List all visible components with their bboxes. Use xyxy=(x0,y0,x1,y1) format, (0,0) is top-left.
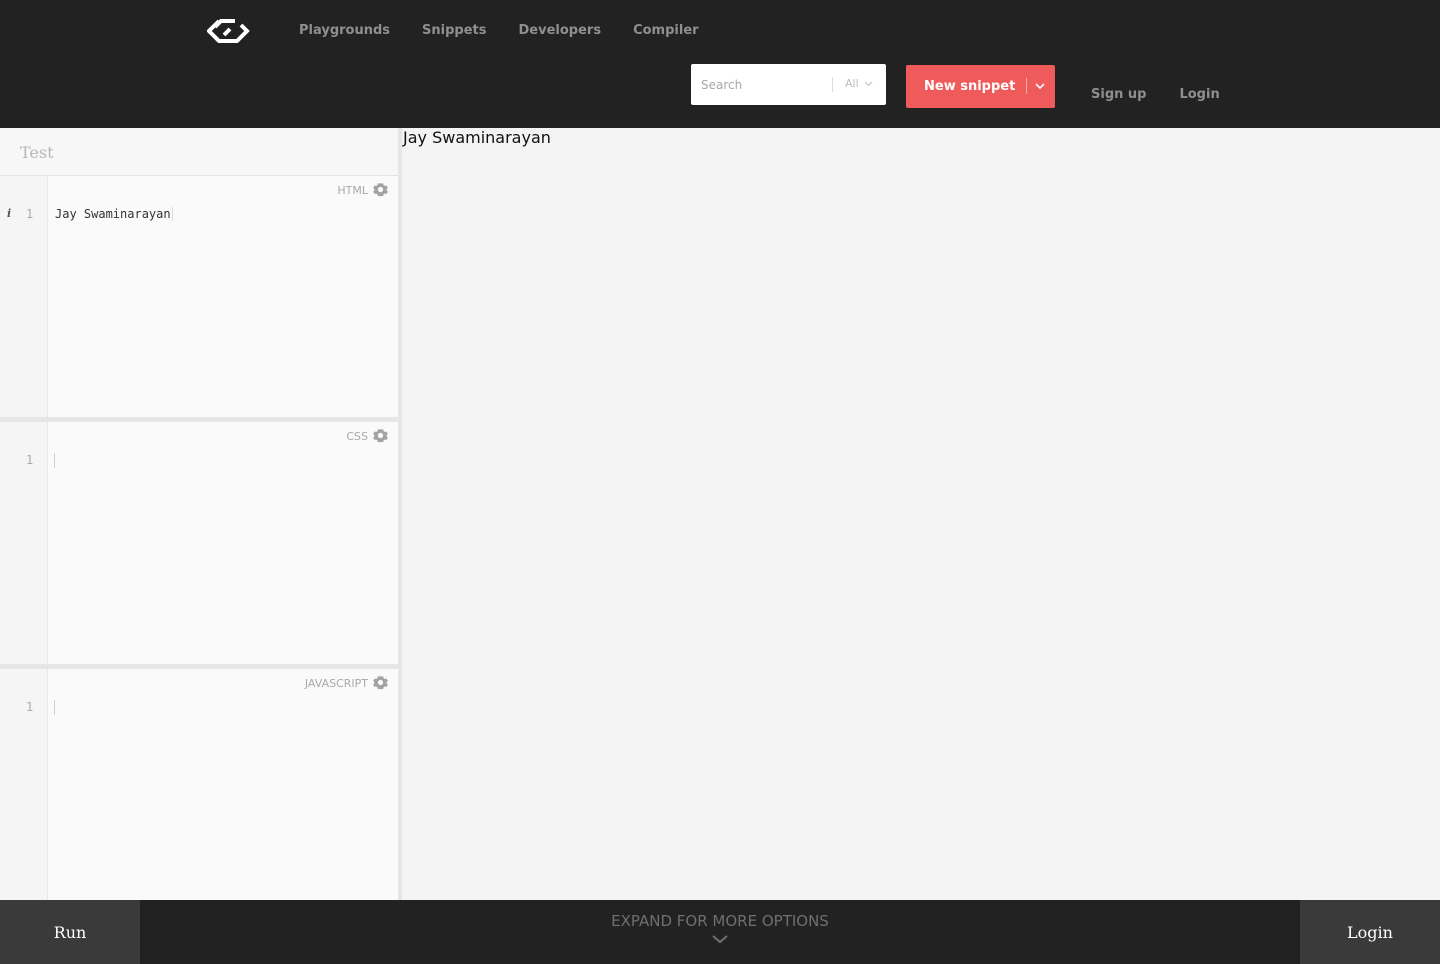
top-navigation-bar: Playgrounds Snippets Developers Compiler… xyxy=(0,0,1440,128)
line-number: 1 xyxy=(26,700,34,714)
gear-icon[interactable] xyxy=(373,182,388,197)
search-input[interactable] xyxy=(691,64,831,105)
login-button[interactable]: Login xyxy=(1300,900,1440,964)
css-editor[interactable]: 1 CSS xyxy=(0,422,398,664)
gear-icon[interactable] xyxy=(373,675,388,690)
search-divider xyxy=(832,77,833,92)
snippet-title-input[interactable] xyxy=(20,140,380,164)
nav-developers[interactable]: Developers xyxy=(519,23,602,39)
chevron-down-icon[interactable] xyxy=(1034,81,1046,91)
text-cursor xyxy=(54,700,55,715)
login-link[interactable]: Login xyxy=(1179,87,1219,103)
snippet-title-bar xyxy=(0,128,398,176)
new-snippet-label: New snippet xyxy=(924,79,1016,94)
search-box: All xyxy=(691,64,886,105)
html-editor[interactable]: i 1 Jay Swaminarayan HTML xyxy=(0,176,398,417)
line-number: 1 xyxy=(26,207,34,221)
editor-language-label: CSS xyxy=(346,430,368,443)
expand-options-toggle[interactable]: EXPAND FOR MORE OPTIONS xyxy=(540,912,900,944)
expand-options-label: EXPAND FOR MORE OPTIONS xyxy=(611,912,829,930)
gear-icon[interactable] xyxy=(373,428,388,443)
editor-gutter xyxy=(0,422,48,664)
editor-gutter xyxy=(0,669,48,900)
bottom-toolbar: Run EXPAND FOR MORE OPTIONS Login xyxy=(0,900,1440,964)
search-scope-select[interactable]: All xyxy=(845,77,873,90)
nav-compiler[interactable]: Compiler xyxy=(633,23,698,39)
auth-links: Sign up Login xyxy=(1091,87,1253,103)
new-snippet-divider xyxy=(1026,78,1027,94)
editor-language-label: JAVASCRIPT xyxy=(304,677,368,690)
line-number: 1 xyxy=(26,453,34,467)
output-preview[interactable]: Jay Swaminarayan xyxy=(402,128,1440,900)
nav-snippets[interactable]: Snippets xyxy=(422,23,486,39)
search-scope-label: All xyxy=(845,77,859,90)
info-icon[interactable]: i xyxy=(7,207,11,220)
chevron-down-icon xyxy=(864,81,873,86)
text-cursor xyxy=(54,453,55,468)
logo-icon[interactable] xyxy=(207,18,251,44)
preview-output-text: Jay Swaminarayan xyxy=(403,128,551,147)
code-line[interactable]: Jay Swaminarayan xyxy=(55,207,173,221)
nav-playgrounds[interactable]: Playgrounds xyxy=(299,23,390,39)
editor-language-label: HTML xyxy=(337,184,368,197)
chevron-down-icon xyxy=(712,935,728,944)
new-snippet-button[interactable]: New snippet xyxy=(906,65,1055,108)
run-button[interactable]: Run xyxy=(0,900,140,964)
main-nav: Playgrounds Snippets Developers Compiler xyxy=(299,23,731,39)
signup-link[interactable]: Sign up xyxy=(1091,87,1146,103)
javascript-editor[interactable]: 1 JAVASCRIPT xyxy=(0,669,398,900)
editor-column: i 1 Jay Swaminarayan HTML 1 CSS 1 JAVASC… xyxy=(0,128,398,900)
